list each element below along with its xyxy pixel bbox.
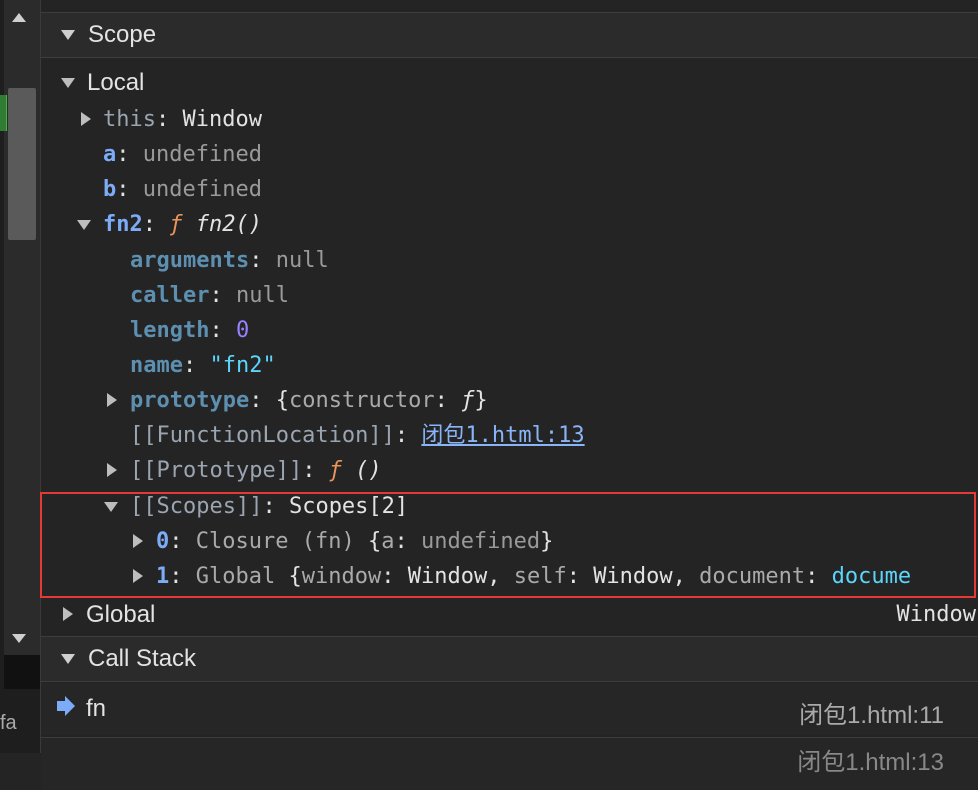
property-key: length [130, 318, 210, 343]
global-scope-value: Window [896, 602, 976, 627]
call-stack-frame[interactable]: fn 闭包1.html:11 [41, 683, 978, 735]
property-value: Window [182, 107, 262, 132]
function-signature: fn2() [195, 212, 262, 237]
property-key: [[Prototype]] [130, 458, 303, 483]
property-key: prototype [130, 388, 250, 413]
scope-index: 0 [156, 529, 170, 554]
expand-triangle-icon [61, 78, 75, 88]
global-scope-row[interactable]: Global Window [41, 597, 978, 632]
call-stack-frame[interactable]: 闭包1.html:13 [41, 737, 978, 790]
scrollbar-thumb[interactable] [8, 88, 36, 240]
call-stack-section-header[interactable]: Call Stack [41, 636, 978, 682]
preview-key: window [301, 564, 382, 589]
scroll-down-icon[interactable] [12, 634, 26, 643]
separator: , [487, 564, 501, 589]
separator: , [672, 564, 686, 589]
scope-section-header[interactable]: Scope [41, 12, 978, 58]
expand-triangle-icon [61, 30, 75, 40]
preview-value: Window [407, 564, 488, 589]
scopes-item-1[interactable]: 1: Global {window: Window, self: Window,… [41, 559, 978, 594]
source-link[interactable]: 闭包1.html:13 [421, 423, 584, 448]
function-icon: ƒ [328, 458, 342, 483]
property-value: Scopes[2] [288, 494, 409, 519]
scope-item-b[interactable]: b: undefined [103, 172, 262, 207]
left-panel-box [4, 655, 40, 689]
left-panel-edge: fa [0, 0, 40, 753]
property-value: undefined [142, 177, 262, 202]
property-key: name [130, 353, 183, 378]
preview-key: document [699, 564, 806, 589]
scope-type: Global [195, 564, 276, 589]
property-key: fn2 [103, 212, 143, 237]
call-stack-header-label: Call Stack [88, 645, 197, 672]
breakpoint-marker [0, 95, 7, 131]
scope-index: 1 [156, 564, 170, 589]
property-value: null [275, 248, 329, 273]
preview-key: a [381, 529, 395, 554]
property-value: null [235, 283, 289, 308]
brace-open: { [367, 529, 382, 554]
scope-type: Closure (fn) [195, 529, 355, 554]
property-key: caller [130, 283, 210, 308]
preview-key: constructor [288, 388, 435, 413]
fn2-caller[interactable]: caller: null [130, 278, 289, 313]
frame-location[interactable]: 闭包1.html:13 [797, 742, 944, 777]
scroll-up-icon[interactable] [12, 13, 26, 22]
expand-triangle-icon [61, 654, 75, 664]
property-key: this [103, 107, 156, 132]
fn2-arguments[interactable]: arguments: null [130, 243, 329, 278]
local-scope-label: Local [87, 69, 145, 96]
brace-close: } [474, 388, 488, 413]
preview-key: self [513, 564, 567, 589]
scope-header-label: Scope [88, 21, 157, 48]
left-panel-text: fa [0, 712, 17, 734]
property-value: undefined [142, 142, 262, 167]
property-value: "fn2" [209, 353, 276, 378]
scope-item-a[interactable]: a: undefined [103, 137, 262, 172]
property-key: a [103, 142, 117, 167]
collapse-triangle-icon [133, 534, 143, 548]
frame-name: fn [86, 695, 107, 722]
expand-triangle-icon [104, 502, 118, 512]
expand-triangle-icon [77, 220, 91, 230]
brace-open: { [275, 388, 289, 413]
frame-location[interactable]: 闭包1.html:11 [799, 695, 944, 730]
collapse-triangle-icon [63, 607, 73, 621]
fn2-length[interactable]: length: 0 [130, 313, 249, 348]
collapse-triangle-icon [133, 569, 143, 583]
property-key: [[Scopes]] [130, 494, 263, 519]
global-scope-label: Global [86, 601, 156, 628]
property-key: b [103, 177, 117, 202]
property-key: [[FunctionLocation]] [130, 423, 395, 448]
preview-value: docume [831, 564, 912, 589]
preview-value: Window [593, 564, 673, 589]
preview-value: undefined [420, 529, 541, 554]
property-key: arguments [130, 248, 250, 273]
fn2-name[interactable]: name: "fn2" [130, 348, 276, 383]
collapse-triangle-icon [107, 393, 117, 407]
collapse-triangle-icon [81, 112, 91, 126]
preview-value: ƒ [461, 388, 475, 413]
property-value: 0 [235, 318, 250, 343]
fn2-function-location[interactable]: [[FunctionLocation]]: 闭包1.html:13 [130, 418, 585, 453]
collapse-triangle-icon [107, 463, 117, 477]
brace-open: { [288, 564, 302, 589]
debugger-sidebar: Scope Local this: Window a: undefined b:… [40, 0, 978, 790]
current-frame-arrow-icon [57, 696, 75, 716]
brace-close: } [540, 529, 554, 554]
function-icon: ƒ [169, 212, 183, 237]
property-value: () [355, 458, 382, 483]
